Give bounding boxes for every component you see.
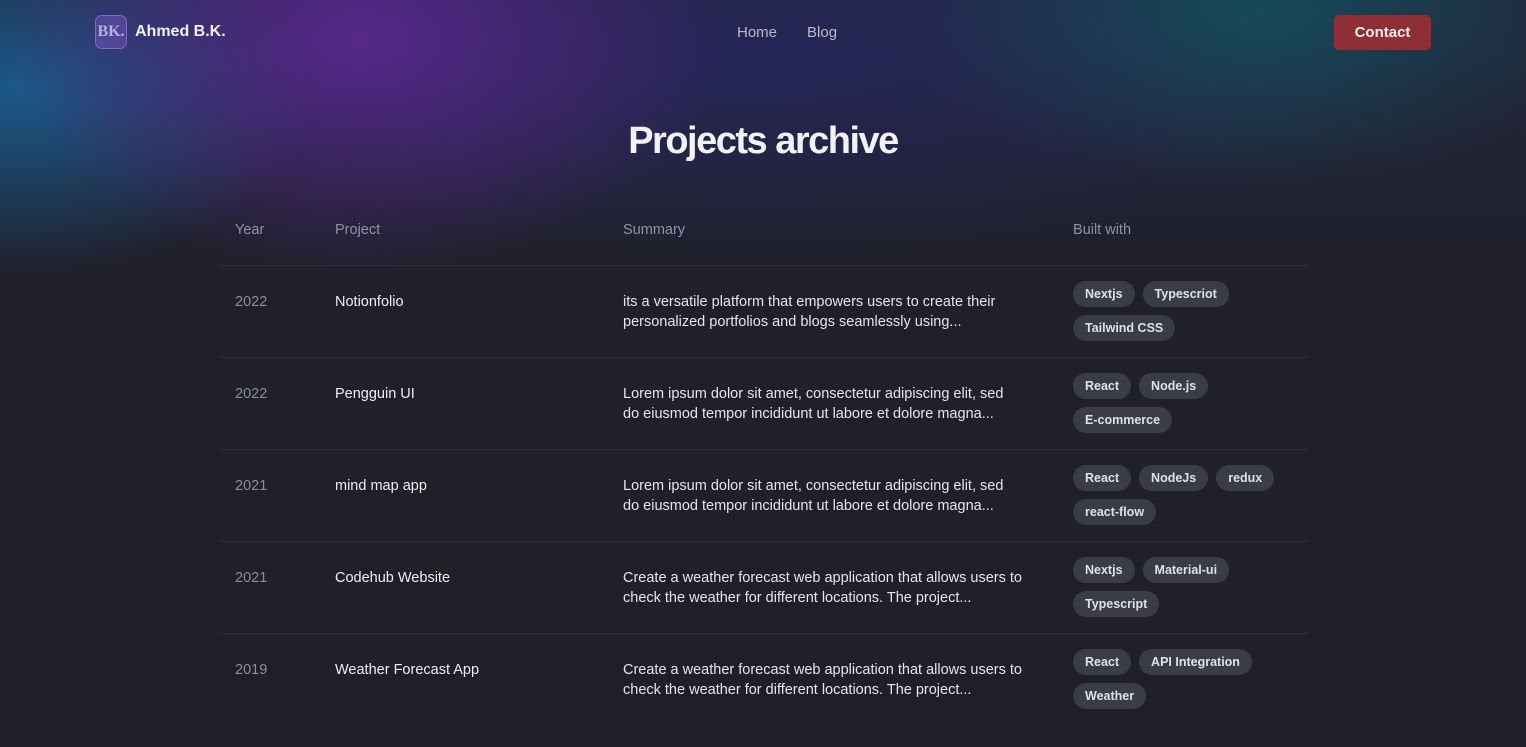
brand-badge: BK.	[95, 15, 127, 49]
tech-tag: Node.js	[1139, 373, 1209, 399]
project-name: mind map app	[335, 478, 427, 494]
tech-tag: Material-ui	[1142, 557, 1230, 583]
tech-tag: React	[1073, 649, 1132, 675]
tech-tags: Nextjs Typescriot Tailwind CSS	[1073, 281, 1313, 341]
table-header-row: Year Project Summary Built with	[219, 212, 1308, 265]
tech-tags: React API Integration Weather	[1073, 649, 1313, 709]
tech-tag: redux	[1216, 465, 1275, 491]
project-name: Notionfolio	[335, 294, 404, 310]
table-row[interactable]: 2021 mind map app Lorem ipsum dolor sit …	[219, 449, 1308, 541]
tech-tag: Typescript	[1073, 591, 1160, 617]
project-name: Codehub Website	[335, 570, 451, 586]
project-year: 2022	[235, 294, 268, 310]
contact-button[interactable]: Contact	[1334, 15, 1431, 50]
project-year: 2019	[235, 662, 268, 678]
brand-logo-link[interactable]: BK. Ahmed B.K.	[95, 15, 226, 49]
main-nav: Home Blog	[737, 24, 837, 41]
nav-link-blog[interactable]: Blog	[807, 24, 837, 41]
project-year: 2022	[235, 386, 268, 402]
table-row[interactable]: 2022 Notionfolio its a versatile platfor…	[219, 265, 1308, 357]
tech-tag: react-flow	[1073, 499, 1157, 525]
project-summary: Create a weather forecast web applicatio…	[623, 570, 1022, 606]
tech-tag: Typescriot	[1142, 281, 1229, 307]
project-year: 2021	[235, 570, 268, 586]
tech-tag: E-commerce	[1073, 407, 1173, 433]
column-header-year: Year	[235, 222, 265, 238]
page-title: Projects archive	[628, 120, 899, 162]
tech-tag: Nextjs	[1073, 557, 1135, 583]
tech-tags: Nextjs Material-ui Typescript	[1073, 557, 1313, 617]
page: BK. Ahmed B.K. Home Blog Contact Project…	[0, 0, 1526, 747]
project-summary: Lorem ipsum dolor sit amet, consectetur …	[623, 386, 1004, 422]
project-summary: its a versatile platform that empowers u…	[623, 294, 996, 330]
column-header-built-with: Built with	[1073, 222, 1132, 238]
column-header-summary: Summary	[623, 222, 686, 238]
site-header: BK. Ahmed B.K. Home Blog Contact	[0, 0, 1526, 66]
tech-tag: React	[1073, 465, 1132, 491]
project-summary: Lorem ipsum dolor sit amet, consectetur …	[623, 478, 1004, 514]
project-name: Weather Forecast App	[335, 662, 480, 678]
projects-table: Year Project Summary Built with 2022 Not…	[219, 212, 1308, 725]
tech-tags: React Node.js E-commerce	[1073, 373, 1313, 433]
table-row[interactable]: 2021 Codehub Website Create a weather fo…	[219, 541, 1308, 633]
tech-tags: React NodeJs redux react-flow	[1073, 465, 1313, 525]
tech-tag: Weather	[1073, 683, 1147, 709]
table-row[interactable]: 2019 Weather Forecast App Create a weath…	[219, 633, 1308, 725]
project-name: Pengguin UI	[335, 386, 415, 402]
column-header-project: Project	[335, 222, 381, 238]
tech-tag: Nextjs	[1073, 281, 1135, 307]
project-summary: Create a weather forecast web applicatio…	[623, 662, 1022, 698]
tech-tag: React	[1073, 373, 1132, 399]
project-year: 2021	[235, 478, 268, 494]
tech-tag: NodeJs	[1139, 465, 1209, 491]
tech-tag: Tailwind CSS	[1073, 315, 1176, 341]
brand-name: Ahmed B.K.	[135, 23, 226, 40]
tech-tag: API Integration	[1139, 649, 1252, 675]
nav-link-home[interactable]: Home	[737, 24, 777, 41]
table-row[interactable]: 2022 Pengguin UI Lorem ipsum dolor sit a…	[219, 357, 1308, 449]
